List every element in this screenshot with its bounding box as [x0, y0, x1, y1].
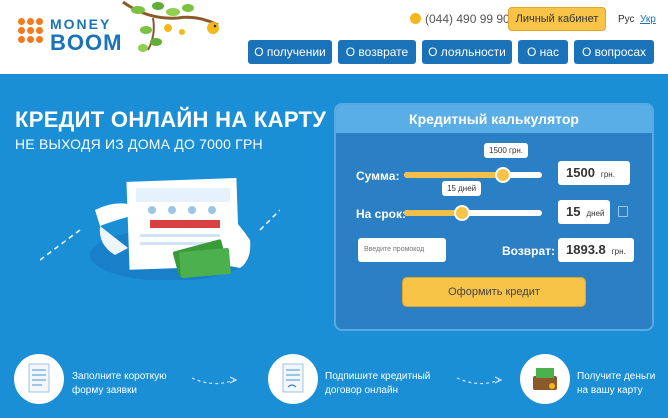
wallet-money-icon	[520, 354, 570, 404]
term-unit: дней	[586, 209, 605, 218]
return-unit: грн.	[611, 247, 626, 256]
logo[interactable]: MONEY BOOM	[18, 14, 128, 55]
step-1-line2: форму заявки	[72, 385, 137, 396]
credit-calculator: Кредитный калькулятор Сумма: 1500 грн. 1…	[334, 103, 654, 331]
calendar-icon[interactable]	[618, 206, 628, 217]
amount-slider[interactable]	[404, 167, 542, 183]
amount-label: Сумма:	[356, 169, 400, 183]
amount-unit: грн.	[600, 170, 615, 179]
return-value-field: 1893.8 грн.	[558, 238, 634, 262]
step-2-line2: договор онлайн	[325, 385, 399, 396]
term-value: 15	[566, 204, 581, 219]
amount-value-field[interactable]: 1500 грн.	[558, 161, 630, 185]
personal-cabinet-button[interactable]: Личный кабинет	[508, 7, 606, 31]
calculator-header: Кредитный калькулятор	[336, 105, 652, 133]
amount-slider-fill	[404, 172, 504, 178]
amount-tooltip: 1500 грн.	[484, 143, 529, 158]
lang-ua-link[interactable]: Укр	[640, 14, 656, 25]
term-tooltip: 15 дней	[442, 181, 482, 196]
contract-document-icon	[268, 354, 318, 404]
logo-line2: BOOM	[50, 30, 123, 55]
hero-title: КРЕДИТ ОНЛАЙН НА КАРТУ	[15, 107, 327, 132]
submit-credit-button[interactable]: Оформить кредит	[402, 277, 586, 307]
nav-about-us[interactable]: О нас	[518, 40, 568, 64]
step-3-line1: Получите деньги	[577, 371, 656, 382]
nav-about-questions[interactable]: О вопросах	[574, 40, 654, 64]
step-3-line2: на вашу карту	[577, 385, 643, 396]
term-value-field[interactable]: 15 дней	[558, 200, 610, 224]
term-slider[interactable]	[404, 205, 542, 221]
nav-about-return[interactable]: О возврате	[338, 40, 416, 64]
amount-value: 1500	[566, 165, 595, 180]
laptop-hands-illustration	[40, 178, 280, 280]
step-arrow-icon	[191, 376, 238, 385]
calculator-title: Кредитный калькулятор	[409, 111, 579, 127]
promo-code-input[interactable]: Введите промокод	[358, 238, 446, 262]
step-1-text: Заполните короткую форму заявки	[72, 370, 167, 398]
term-slider-handle[interactable]	[453, 205, 470, 221]
header: MONEY BOOM (044) 490 99 90 Личный кабине…	[0, 0, 668, 74]
return-value: 1893.8	[566, 242, 606, 257]
step-arrow-icon	[456, 376, 503, 385]
hero-subtitle: НЕ ВЫХОДЯ ИЗ ДОМА ДО 7000 ГРН	[15, 136, 263, 152]
step-1-line1: Заполните короткую	[72, 371, 167, 382]
lang-ru-link[interactable]: Рус	[618, 14, 635, 25]
phone-icon	[410, 13, 421, 24]
amount-slider-handle[interactable]	[495, 167, 512, 183]
step-2-text: Подпишите кредитный договор онлайн	[325, 370, 430, 398]
step-2-line1: Подпишите кредитный	[325, 371, 431, 382]
phone-text: (044) 490 99 90	[425, 12, 510, 26]
nav-about-receiving[interactable]: О получении	[248, 40, 332, 64]
term-label: На срок:	[356, 207, 407, 221]
tree-branch-icon	[122, 0, 219, 52]
step-3-text: Получите деньги на вашу карту	[577, 370, 655, 398]
nav-about-loyalty[interactable]: О лояльности	[422, 40, 512, 64]
form-document-icon	[14, 354, 64, 404]
return-label: Возврат:	[502, 244, 556, 258]
steps-section: Заполните короткую форму заявки Подпишите…	[0, 340, 668, 418]
phone-number[interactable]: (044) 490 99 90	[410, 12, 510, 26]
logo-dots-icon	[18, 18, 46, 46]
